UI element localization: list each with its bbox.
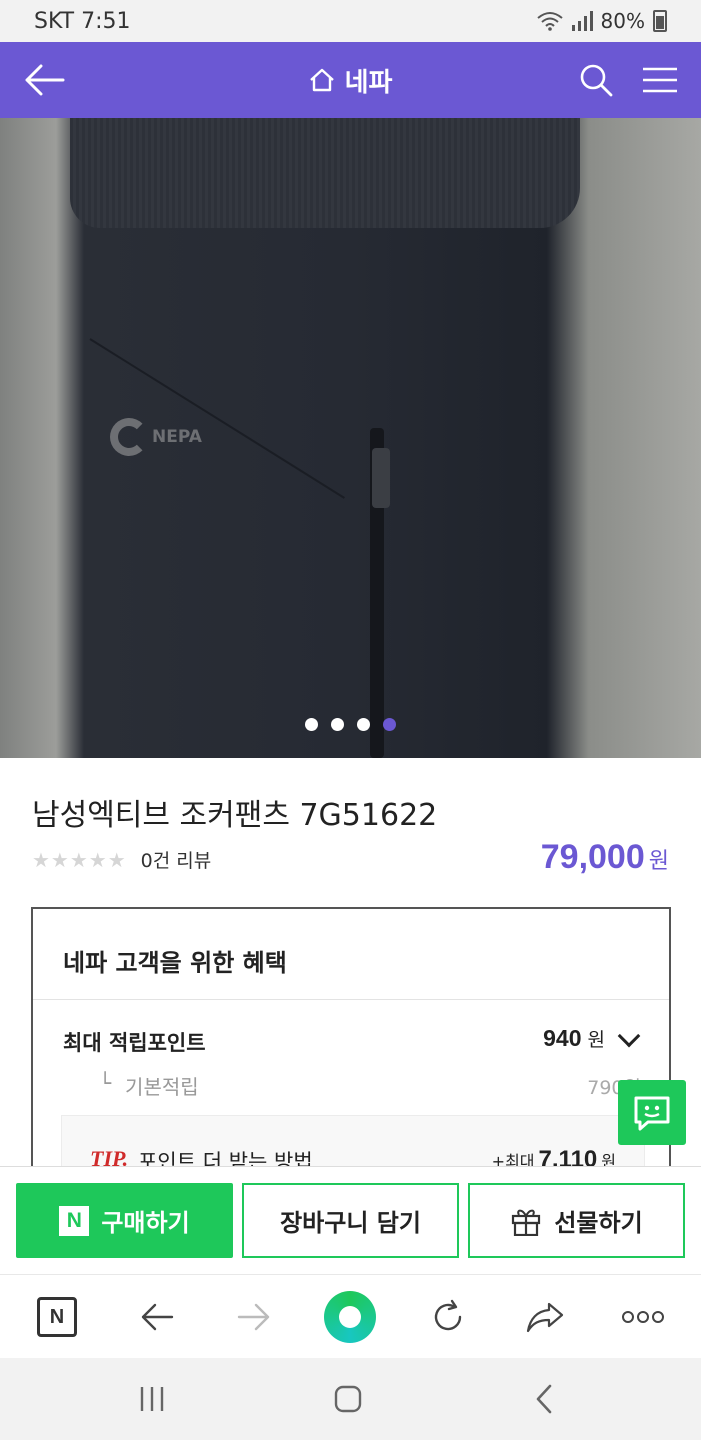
carousel-dot[interactable] [305,718,318,731]
price-value: 79,000 [540,838,645,876]
signal-icon [571,11,593,31]
sub-item-branch-icon: └ [99,1071,112,1095]
brand-logo-text: NEPA [152,427,202,447]
gift-icon [512,1209,541,1236]
basic-points-label: 기본적립 [125,1075,199,1099]
product-photo-waistband [70,118,580,228]
purchase-action-bar: N 구매하기 장바구니 담기 선물하기 [0,1166,701,1274]
more-button[interactable] [613,1275,673,1359]
chevron-down-icon [617,1024,641,1047]
benefits-panel: 네파 고객을 위한 혜택 최대 적립포인트 940 원 └ 기본적립 790원 … [31,907,671,1177]
brand-logo-mark [110,418,148,456]
browser-back-button[interactable] [127,1275,187,1359]
rating-stars: ★★★★★ [32,847,127,872]
wifi-icon [536,12,563,31]
max-points-unit: 원 [587,1029,605,1051]
cart-button-label: 장바구니 담기 [280,1209,421,1237]
menu-button[interactable] [636,42,684,118]
gift-button[interactable]: 선물하기 [468,1183,685,1258]
naver-home-button[interactable]: N [27,1275,87,1359]
header-title: 네파 [344,67,393,98]
product-title: 남성엑티브 조커팬츠 7G51622 [32,798,438,833]
benefits-divider [33,999,669,1000]
menu-icon [643,67,677,93]
carousel-dot[interactable] [357,718,370,731]
product-image-carousel[interactable]: NEPA [0,118,701,758]
home-circle-icon [334,1385,362,1413]
carrier-label: SKT [34,8,75,34]
app-header: 네파 [0,42,701,118]
product-price: 79,000 원 [541,838,669,877]
product-photo-zipper-pull [372,448,390,508]
clock-label: 7:51 [81,8,131,34]
more-icon [622,1311,664,1323]
carousel-dot-active[interactable] [383,718,396,731]
system-back-button[interactable] [514,1358,574,1440]
back-arrow-icon [141,1303,174,1331]
browser-toolbar: N [0,1274,701,1358]
share-icon [526,1302,564,1333]
green-dot-icon [324,1291,376,1343]
browser-forward-button[interactable] [224,1275,284,1359]
buy-button-label: 구매하기 [101,1209,190,1237]
carousel-indicator [0,718,701,731]
status-left: SKT 7:51 [34,9,131,34]
review-count: 0건 리뷰 [140,850,212,872]
naver-n-icon: N [59,1205,90,1236]
buy-button[interactable]: N 구매하기 [16,1183,233,1258]
benefits-title: 네파 고객을 위한 혜택 [63,949,287,977]
max-points-toggle[interactable]: 940 원 [543,1024,643,1052]
refresh-icon [434,1299,462,1331]
battery-label: 80% [600,9,645,33]
status-right: 80% [536,9,667,33]
chat-icon [634,1096,670,1130]
add-to-cart-button[interactable]: 장바구니 담기 [242,1183,459,1258]
share-button[interactable] [515,1275,575,1359]
system-navigation-bar [0,1358,701,1440]
recent-apps-button[interactable] [122,1358,182,1440]
chat-button[interactable] [618,1080,686,1145]
gift-button-label: 선물하기 [554,1209,643,1237]
search-icon [580,64,613,97]
system-home-button[interactable] [318,1358,378,1440]
rating-row[interactable]: ★★★★★ 0건 리뷰 [32,846,211,873]
battery-icon [653,10,667,32]
basic-points-row: └ 기본적립 [99,1071,199,1100]
naver-home-icon: N [37,1297,77,1337]
forward-arrow-icon [237,1303,270,1331]
price-unit: 원 [648,849,669,874]
carousel-dot[interactable] [331,718,344,731]
green-dot-button[interactable] [320,1275,380,1359]
refresh-button[interactable] [418,1275,478,1359]
home-icon [309,68,334,92]
recent-apps-icon [140,1387,164,1411]
system-back-icon [536,1384,552,1414]
status-bar: SKT 7:51 80% [0,0,701,42]
max-points-value: 940 [543,1025,582,1051]
search-button[interactable] [572,42,620,118]
max-points-label: 최대 적립포인트 [63,1031,206,1055]
brand-logo-print: NEPA [110,418,202,456]
